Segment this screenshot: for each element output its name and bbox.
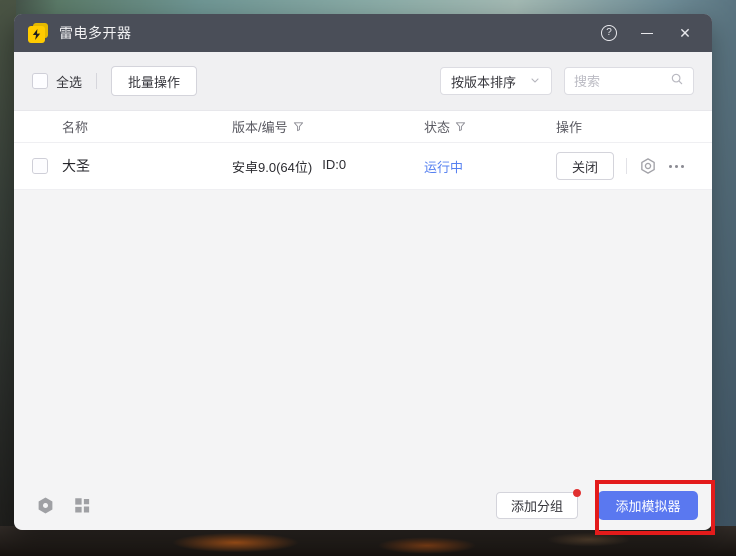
row-checkbox[interactable]: [32, 158, 48, 174]
column-header-status: 状态: [424, 117, 556, 136]
column-header-operation: 操作: [556, 117, 712, 136]
help-icon: ?: [601, 25, 617, 41]
help-button[interactable]: ?: [596, 20, 622, 46]
row-settings-icon[interactable]: [639, 157, 657, 175]
search-box: [564, 67, 694, 95]
close-button[interactable]: ✕: [672, 20, 698, 46]
chevron-down-icon: [529, 74, 541, 89]
select-all-label: 全选: [56, 72, 82, 91]
ops-divider: [626, 158, 627, 174]
column-header-name: 名称: [62, 117, 232, 136]
app-window: 雷电多开器 ? ✕ 全选 批量操作 按版本排序: [14, 14, 712, 530]
titlebar: 雷电多开器 ? ✕: [14, 14, 712, 52]
window-title: 雷电多开器: [59, 23, 132, 43]
add-group-button[interactable]: 添加分组: [496, 492, 578, 519]
more-options-icon[interactable]: [669, 165, 684, 168]
lightning-bolt-icon: [31, 28, 42, 41]
notification-dot: [573, 489, 581, 497]
minimize-icon: [641, 33, 653, 34]
search-icon[interactable]: [670, 72, 684, 91]
emulator-id: ID:0: [322, 157, 346, 176]
toolbar: 全选 批量操作 按版本排序: [14, 52, 712, 110]
column-header-version: 版本/编号: [232, 117, 424, 136]
add-emulator-button[interactable]: 添加模拟器: [598, 491, 698, 520]
stop-emulator-button[interactable]: 关闭: [556, 152, 614, 180]
filter-icon[interactable]: [293, 121, 304, 132]
global-settings-icon[interactable]: [36, 496, 55, 515]
batch-operations-button[interactable]: 批量操作: [111, 66, 197, 96]
minimize-button[interactable]: [634, 20, 660, 46]
select-all-checkbox[interactable]: [32, 73, 48, 89]
sort-dropdown[interactable]: 按版本排序: [440, 67, 552, 95]
emulator-name: 大圣: [62, 156, 232, 176]
desktop-wallpaper-rocks: [0, 526, 736, 556]
search-input[interactable]: [574, 74, 670, 89]
table-row: 大圣 安卓9.0(64位) ID:0 运行中 关闭: [14, 143, 712, 190]
status-badge: 运行中: [424, 157, 556, 176]
toolbar-divider: [96, 73, 97, 89]
row-operations: 关闭: [556, 152, 712, 180]
close-icon: ✕: [679, 26, 691, 40]
emulator-version: 安卓9.0(64位) ID:0: [232, 157, 424, 176]
app-logo-icon: [28, 23, 49, 44]
table-header: 名称 版本/编号 状态 操作: [14, 110, 712, 143]
sort-dropdown-value: 按版本排序: [451, 72, 516, 91]
filter-icon[interactable]: [455, 121, 466, 132]
grid-view-icon[interactable]: [73, 496, 91, 514]
footer: 添加分组 添加模拟器: [14, 480, 712, 530]
